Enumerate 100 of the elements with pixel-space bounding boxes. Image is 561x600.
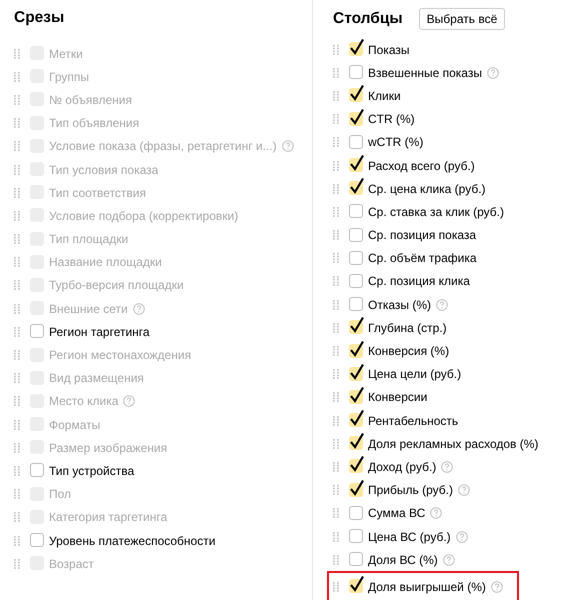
drag-handle-icon[interactable] <box>14 466 20 476</box>
drag-handle-icon[interactable] <box>333 90 339 101</box>
checkbox-label: Доля ВС (%) <box>368 552 438 569</box>
help-icon[interactable] <box>458 484 470 496</box>
checkbox-label: Конверсия (%) <box>368 343 450 360</box>
drag-handle-icon[interactable] <box>333 392 339 402</box>
checkbox-label: Доход (руб.) <box>368 458 436 476</box>
drag-handle-icon[interactable] <box>333 253 339 264</box>
checkbox-label: Условие показа (фразы, ретаргетинг и...) <box>49 138 277 156</box>
drag-handle-icon[interactable] <box>333 322 339 333</box>
checkbox-label: Тип объявления <box>49 115 140 132</box>
checkbox[interactable] <box>349 409 365 428</box>
checkbox-label: Категория таргетинга <box>49 509 168 526</box>
drag-handle-icon[interactable] <box>333 508 339 518</box>
help-icon[interactable] <box>456 530 468 543</box>
drag-handle-icon[interactable] <box>333 485 339 496</box>
checkbox[interactable] <box>349 154 365 174</box>
checkbox-label: Ср. позиция показа <box>368 227 476 244</box>
checkbox-label: Сумма ВС <box>368 505 426 522</box>
checkbox-label: Конверсии <box>368 389 428 406</box>
checkbox-label: Вид размещения <box>49 370 144 388</box>
section-title: Срезы <box>14 8 66 28</box>
checkbox-label: Расход всего (руб.) <box>368 158 475 175</box>
checkbox-label: Прибыль (руб.) <box>368 482 453 500</box>
help-icon[interactable] <box>486 66 499 79</box>
drag-handle-icon[interactable] <box>333 300 339 310</box>
checkbox[interactable] <box>349 108 365 127</box>
help-icon[interactable] <box>430 507 442 520</box>
checkbox-label: Ср. цена клика (руб.) <box>368 180 486 198</box>
checkbox-label: wCTR (%) <box>368 134 424 152</box>
drag-handle-icon[interactable] <box>333 184 339 194</box>
checkbox-label: Показы <box>368 42 410 59</box>
checkbox[interactable] <box>349 177 365 196</box>
drag-handle-icon[interactable] <box>14 304 20 314</box>
checkbox-label: Условие подбора (корректировки) <box>49 208 238 225</box>
drag-handle-icon[interactable] <box>333 554 339 565</box>
checkbox-label: Размер изображения <box>49 440 168 457</box>
checkbox-label: CTR (%) <box>368 111 415 128</box>
checkbox[interactable] <box>349 478 365 498</box>
checkbox-label: Доля выигрышей (%) <box>368 578 486 596</box>
checkbox-label: Место клика <box>49 393 118 410</box>
drag-handle-icon[interactable] <box>333 369 339 380</box>
help-icon[interactable] <box>441 460 454 473</box>
checkbox[interactable] <box>349 432 365 452</box>
checkbox-label: Глубина (стр.) <box>368 320 447 337</box>
checkbox-label: Тип соответствия <box>49 184 146 202</box>
drag-handle-icon[interactable] <box>333 532 339 542</box>
drag-handle-icon[interactable] <box>14 141 20 152</box>
checkbox-label: Тип площадки <box>49 231 128 248</box>
drag-handle-icon[interactable] <box>333 160 339 171</box>
checkbox-label: Внешние сети <box>49 300 128 318</box>
checkbox[interactable] <box>349 386 365 405</box>
checkbox[interactable] <box>349 84 365 104</box>
checkbox[interactable] <box>349 575 365 594</box>
checkbox-label: Взвешенные показы <box>368 64 482 82</box>
checkbox-label: № объявления <box>49 92 132 109</box>
checkbox-label: Название площадки <box>49 254 162 272</box>
checkbox-label: Форматы <box>49 416 100 434</box>
drag-handle-icon[interactable] <box>333 230 339 240</box>
drag-handle-icon[interactable] <box>14 396 20 406</box>
drag-handle-icon[interactable] <box>14 326 20 337</box>
drag-handle-icon[interactable] <box>333 68 339 78</box>
section-title: Столбцы <box>333 9 403 29</box>
drag-handle-icon[interactable] <box>333 137 339 148</box>
checkbox-label: Тип устройства <box>49 462 134 480</box>
checkbox[interactable] <box>349 316 365 336</box>
checkbox-label: Турбо-версия площадки <box>49 277 184 294</box>
select-all-button[interactable]: Выбрать всё <box>418 8 506 30</box>
drag-handle-icon[interactable] <box>333 206 339 217</box>
drag-handle-icon[interactable] <box>333 276 339 286</box>
drag-handle-icon[interactable] <box>333 582 339 592</box>
checkbox[interactable] <box>349 455 365 474</box>
checkbox-label: Рентабельность <box>368 412 458 430</box>
checkbox-label: Ср. позиция клика <box>368 273 470 290</box>
drag-handle-icon[interactable] <box>333 462 339 472</box>
help-icon[interactable] <box>490 580 503 593</box>
drag-handle-icon[interactable] <box>333 44 339 55</box>
drag-handle-icon[interactable] <box>333 346 339 356</box>
checkbox-label: Ср. объём трафика <box>368 250 477 268</box>
checkbox[interactable] <box>349 362 365 382</box>
checkbox-label: Регион таргетинга <box>49 324 150 341</box>
drag-handle-icon[interactable] <box>14 536 20 546</box>
checkbox-label: Клики <box>368 88 401 105</box>
checkbox-label: Цена ВС (руб.) <box>368 528 451 546</box>
checkbox-label: Отказы (%) <box>368 296 432 314</box>
checkbox-label: Ср. ставка за клик (руб.) <box>368 204 504 221</box>
checkbox-label: Регион местонахождения <box>49 347 192 364</box>
drag-handle-icon[interactable] <box>333 114 339 124</box>
checkbox-label: Пол <box>49 486 72 504</box>
checkbox[interactable] <box>349 340 365 359</box>
checkbox-label: Метки <box>49 46 83 63</box>
drag-handle-icon[interactable] <box>333 438 339 449</box>
checkbox-label: Цена цели (руб.) <box>368 366 462 384</box>
checkbox-label: Возраст <box>49 556 94 573</box>
checkbox-label: Тип условия показа <box>49 162 158 179</box>
help-icon[interactable] <box>442 554 455 566</box>
checkbox-label: Доля рекламных расходов (%) <box>368 436 538 453</box>
checkbox[interactable] <box>349 38 365 58</box>
help-icon[interactable] <box>436 298 448 311</box>
drag-handle-icon[interactable] <box>333 416 339 426</box>
